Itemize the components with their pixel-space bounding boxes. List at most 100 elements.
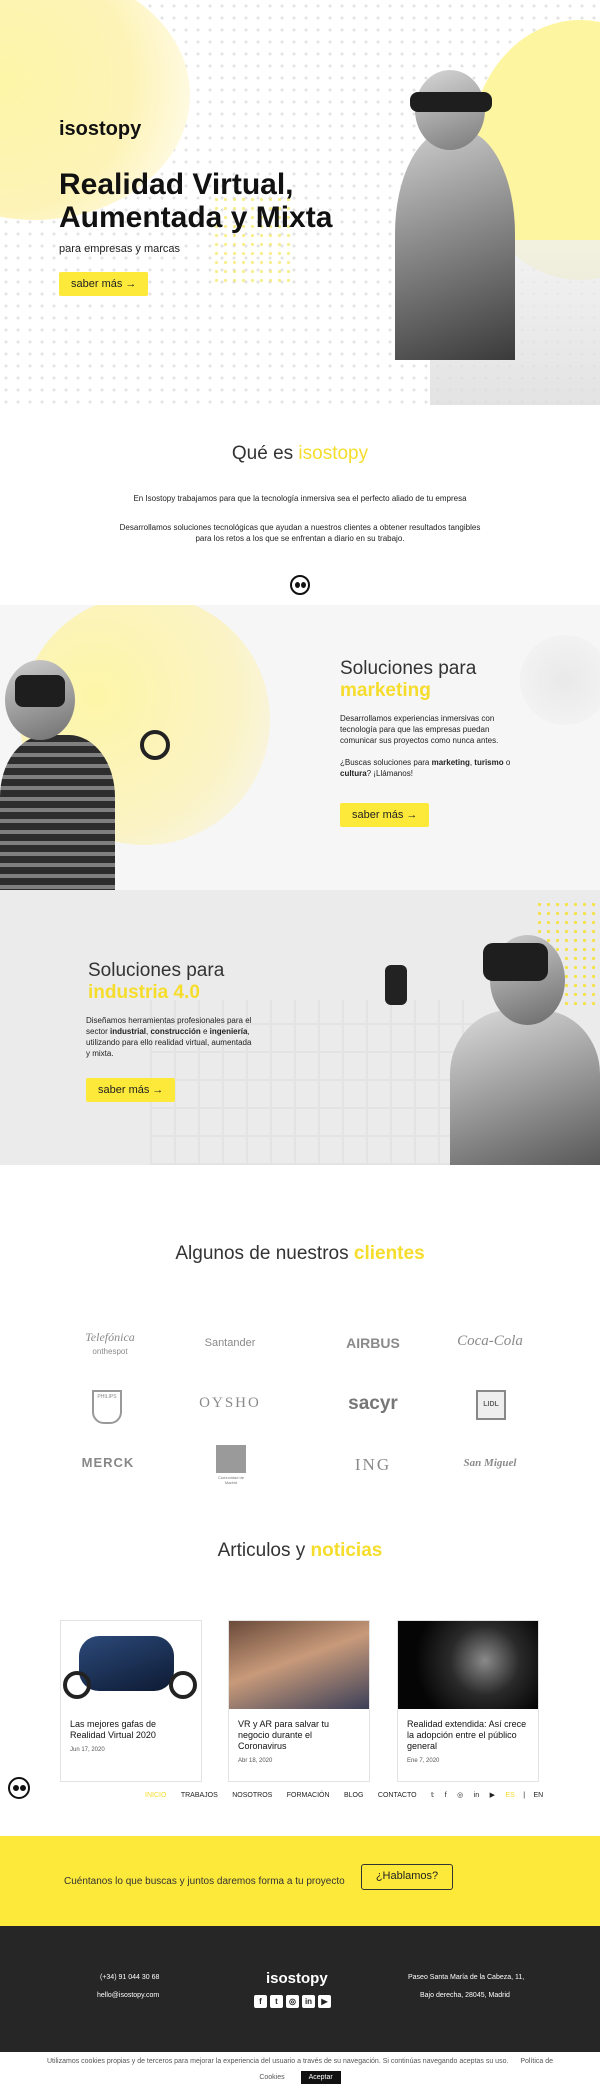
marketing-cta-button[interactable]: saber más →	[340, 803, 430, 827]
site-logo[interactable]: isostopy	[59, 118, 141, 141]
twitter-icon[interactable]: 𝕥	[431, 1792, 434, 1799]
hero-cta-button[interactable]: saber más →	[59, 272, 149, 296]
cookie-policy-link[interactable]: Política de	[520, 2058, 553, 2065]
marketing-p2-b2: turismo	[474, 758, 504, 767]
footer-logo[interactable]: isostopy	[266, 1970, 328, 1987]
marketing-p2-b3: cultura	[340, 769, 367, 778]
nav-item-formacion[interactable]: FORMACIÓN	[287, 1792, 330, 1799]
about-title: Qué es isostopy	[0, 443, 600, 465]
nav-item-blog[interactable]: BLOG	[344, 1792, 363, 1799]
client-logo-philips: PHILIPS	[92, 1390, 122, 1424]
clients-title-a: Algunos de nuestros	[175, 1243, 349, 1264]
industria-and: e	[200, 1027, 210, 1036]
client-logo-cocacola: Coca-Cola	[457, 1333, 523, 1349]
clients-title: Algunos de nuestros clientes	[0, 1243, 600, 1265]
industria-b3: ingeniería	[209, 1027, 248, 1036]
client-logo-santander: Santander	[204, 1337, 256, 1349]
footer-facebook-icon[interactable]: f	[254, 1995, 267, 2008]
facebook-icon[interactable]: f	[445, 1792, 447, 1799]
comunidad-madrid-flag	[216, 1445, 246, 1473]
floating-logo-dot-left	[13, 1785, 19, 1791]
clients-title-b: clientes	[353, 1243, 425, 1264]
footer-address-line2: Bajo derecha, 28045, Madrid	[420, 1992, 510, 1999]
industria-b2: construcción	[150, 1027, 201, 1036]
hero-person-body	[395, 130, 515, 360]
marketing-paragraph-1: Desarrollamos experiencias inmersivas co…	[340, 714, 499, 745]
footer-twitter-icon[interactable]: t	[270, 1995, 283, 2008]
about-title-b: isostopy	[298, 443, 369, 464]
comunidad-madrid-logo-text: Comunidad de Madrid	[217, 1475, 245, 1485]
industria-vr-headset-icon	[483, 943, 548, 981]
article-card[interactable]: Las mejores gafas de Realidad Virtual 20…	[60, 1620, 202, 1782]
scroll-down-icon[interactable]	[290, 575, 310, 595]
vr-goggles-shape	[79, 1636, 174, 1691]
cookie-policy-link-2[interactable]: Cookies	[259, 2074, 284, 2081]
about-paragraph-1: En Isostopy trabajamos para que la tecno…	[133, 494, 467, 503]
footer-email[interactable]: hello@isostopy.com	[97, 1992, 159, 1999]
footer-linkedin-icon[interactable]: in	[302, 1995, 315, 2008]
marketing-title-a: Soluciones para	[340, 658, 477, 679]
lidl-logo-text: LIDL	[483, 1401, 499, 1408]
floating-logo-icon[interactable]	[8, 1777, 30, 1799]
articles-title: Articulos y noticias	[0, 1540, 600, 1562]
article-title[interactable]: Las mejores gafas de Realidad Virtual 20…	[70, 1719, 192, 1741]
vr-controller-icon	[140, 730, 170, 760]
vr-headset-icon	[15, 675, 65, 707]
main-nav: INICIO TRABAJOS NOSOTROS FORMACIÓN BLOG …	[145, 1784, 545, 1802]
nav-item-trabajos[interactable]: TRABAJOS	[181, 1792, 218, 1799]
client-logo-comunidad-madrid: Comunidad de Madrid	[216, 1445, 246, 1487]
footer-social-icons: f t ◎ in ▶	[254, 1991, 334, 2009]
lang-en[interactable]: EN	[534, 1792, 544, 1799]
cookie-banner: Utilizamos cookies propias y de terceros…	[0, 2052, 600, 2097]
hablamos-button[interactable]: ¿Hablamos?	[361, 1864, 453, 1890]
article-card[interactable]: VR y AR para salvar tu negocio durante e…	[228, 1620, 370, 1782]
client-logo-sacyr: sacyr	[348, 1393, 398, 1414]
nav-item-contacto[interactable]: CONTACTO	[378, 1792, 417, 1799]
nav-item-nosotros[interactable]: NOSOTROS	[232, 1792, 272, 1799]
marketing-p2-pre: ¿Buscas soluciones para	[340, 758, 432, 767]
article-date: Jun 17, 2020	[70, 1747, 105, 1753]
about-paragraph-2b: para los retos a los que se enfrentan a …	[195, 534, 405, 543]
controller-left-shape	[63, 1671, 91, 1699]
article-title[interactable]: VR y AR para salvar tu negocio durante e…	[238, 1719, 360, 1752]
article-image-vr-headset	[61, 1621, 201, 1709]
hero-title: Realidad Virtual, Aumentada y Mixta	[59, 168, 332, 234]
cta-band-text: Cuéntanos lo que buscas y juntos daremos…	[64, 1876, 345, 1887]
about-title-a: Qué es	[231, 443, 294, 464]
client-logo-merck: MERCK	[81, 1455, 135, 1470]
lang-es[interactable]: ES	[505, 1792, 514, 1799]
marketing-title: Soluciones para marketing	[340, 658, 476, 702]
scroll-down-dot-left	[295, 582, 300, 588]
article-date: Ene 7, 2020	[407, 1758, 440, 1764]
marketing-title-b: marketing	[340, 680, 431, 701]
footer-instagram-icon[interactable]: ◎	[286, 1995, 299, 2008]
industria-paragraph: Diseñamos herramientas profesionales par…	[86, 1015, 256, 1059]
marketing-person-image	[0, 650, 180, 890]
footer-youtube-icon[interactable]: ▶	[318, 1995, 331, 2008]
accept-cookies-button[interactable]: Aceptar	[300, 2071, 341, 2084]
about-paragraph-2: Desarrollamos soluciones tecnológicas qu…	[0, 522, 600, 544]
nav-item-inicio[interactable]: INICIO	[145, 1792, 166, 1799]
articles-title-a: Articulos y	[217, 1540, 306, 1561]
article-title[interactable]: Realidad extendida: Así crece la adopció…	[407, 1719, 529, 1752]
instagram-icon[interactable]: ◎	[457, 1792, 463, 1799]
linkedin-icon[interactable]: in	[474, 1792, 479, 1799]
onthespot-logo-text: onthespot	[92, 1347, 128, 1356]
marketing-person-body	[0, 735, 115, 890]
industria-section: Soluciones para industria 4.0 Diseñamos …	[0, 890, 600, 1165]
astronaut-figure	[520, 635, 600, 725]
article-image-kitchen	[229, 1621, 369, 1709]
clients-section: Algunos de nuestros clientes Telefónica …	[0, 1165, 600, 1515]
client-logo-ing: ING	[354, 1455, 392, 1474]
client-logo-oysho: OYSHO	[199, 1395, 261, 1411]
industria-cta-button[interactable]: saber más →	[86, 1078, 176, 1102]
article-image-dark-headset	[398, 1621, 538, 1709]
telefonica-logo-text: Telefónica	[85, 1330, 135, 1344]
footer-phone[interactable]: (+34) 91 044 30 68	[100, 1974, 159, 1981]
industria-person-image	[370, 925, 600, 1165]
client-logo-telefonica: Telefónica onthespot	[60, 1330, 160, 1356]
articles-title-b: noticias	[310, 1540, 383, 1561]
youtube-icon[interactable]: ▶	[490, 1792, 495, 1799]
cookie-text-line: Utilizamos cookies propias y de terceros…	[0, 2058, 600, 2065]
article-card[interactable]: Realidad extendida: Así crece la adopció…	[397, 1620, 539, 1782]
